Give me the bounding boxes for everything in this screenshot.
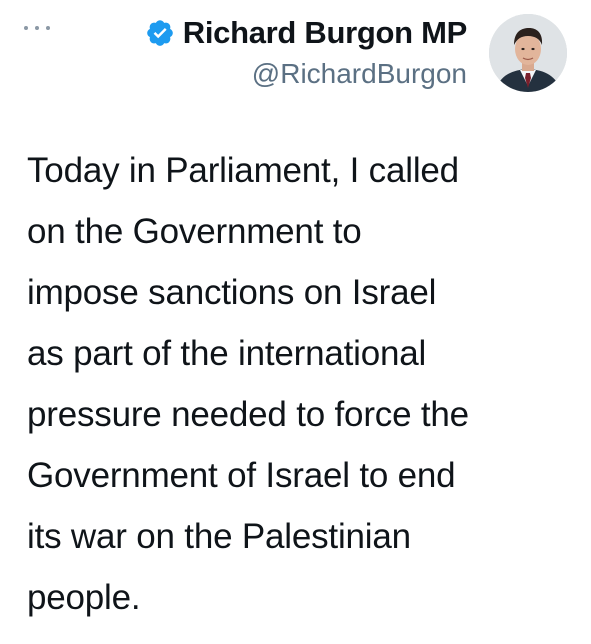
avatar[interactable] — [489, 14, 567, 92]
author-display-name[interactable]: Richard Burgon MP — [183, 12, 468, 54]
verified-badge-icon — [146, 20, 173, 46]
tweet-author-header: Richard Burgon MP @RichardBurgon — [145, 12, 467, 92]
more-options-icon[interactable] — [24, 18, 50, 38]
tweet-text: Today in Parliament, I called on the Gov… — [27, 151, 469, 617]
author-name-row: Richard Burgon MP — [145, 12, 467, 54]
author-handle[interactable]: @RichardBurgon — [145, 56, 467, 92]
avatar-portrait — [489, 14, 567, 92]
